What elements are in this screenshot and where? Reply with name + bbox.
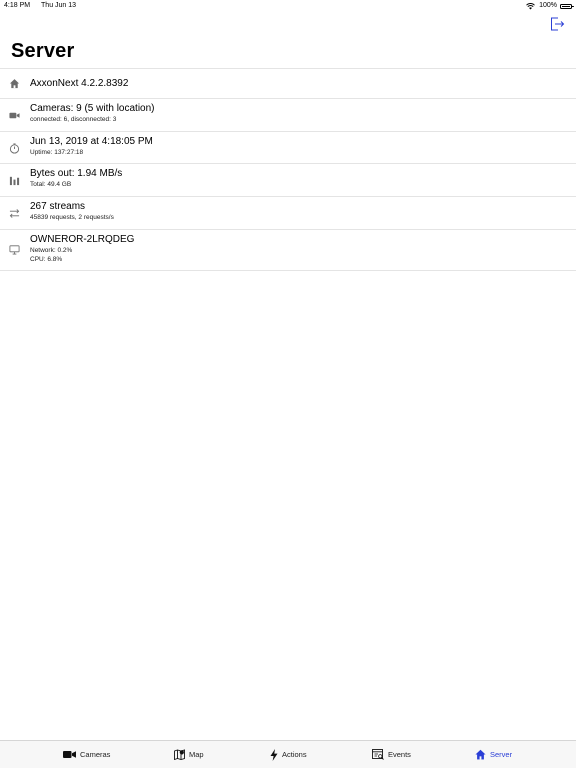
requests-text: 45839 requests, 2 requests/s (30, 214, 114, 221)
status-date: Thu Jun 13 (41, 2, 77, 9)
status-right: 100% (526, 0, 574, 12)
monitor-icon (9, 245, 20, 255)
camera-icon (63, 751, 76, 758)
bar-chart-icon (9, 176, 20, 186)
bytes-out-text: Bytes out: 1.94 MB/s (30, 168, 123, 179)
tab-server[interactable]: Server (475, 741, 512, 768)
events-icon (372, 749, 384, 760)
list-item-version[interactable]: AxxonNext 4.2.2.8392 (0, 69, 576, 99)
wifi-icon (526, 2, 535, 9)
streams-count: 267 streams (30, 201, 86, 212)
cameras-status: connected: 6, disconnected: 3 (30, 116, 117, 123)
list-item-cameras[interactable]: Cameras: 9 (5 with location) connected: … (0, 99, 576, 132)
tab-actions[interactable]: Actions (270, 741, 307, 768)
cpu-usage: CPU: 6.8% (30, 256, 63, 263)
tab-label-map: Map (189, 750, 204, 759)
battery-icon (560, 3, 574, 9)
bytes-total-text: Total: 49.4 GB (30, 181, 72, 188)
tab-label-actions: Actions (282, 750, 307, 759)
tab-cameras[interactable]: Cameras (63, 741, 110, 768)
network-usage: Network: 0.2% (30, 247, 73, 254)
home-icon (9, 79, 20, 89)
lightning-icon (270, 748, 278, 761)
list-item-traffic[interactable]: Bytes out: 1.94 MB/s Total: 49.4 GB (0, 164, 576, 197)
status-bar: 4:18 PM Thu Jun 13 100% (0, 0, 576, 12)
list-item-streams[interactable]: 267 streams 45839 requests, 2 requests/s (0, 197, 576, 230)
tab-label-server: Server (490, 750, 513, 759)
map-icon (174, 749, 185, 760)
camera-icon (9, 112, 20, 119)
server-datetime: Jun 13, 2019 at 4:18:05 PM (30, 136, 153, 147)
clock-icon (9, 143, 20, 154)
tab-bar: Cameras Map Actions Events Server (0, 740, 576, 768)
status-time: 4:18 PM (4, 2, 31, 9)
tab-events[interactable]: Events (372, 741, 411, 768)
tab-label-cameras: Cameras (80, 750, 111, 759)
list-item-host[interactable]: OWNEROR-2LRQDEG Network: 0.2% CPU: 6.8% (0, 230, 576, 271)
logout-button[interactable] (549, 16, 565, 32)
status-left: 4:18 PM Thu Jun 13 (4, 0, 76, 12)
server-info-list: AxxonNext 4.2.2.8392 Cameras: 9 (5 with … (0, 68, 576, 271)
logout-icon (551, 17, 565, 31)
transfer-arrows-icon (9, 209, 20, 218)
list-item-time[interactable]: Jun 13, 2019 at 4:18:05 PM Uptime: 137:2… (0, 132, 576, 164)
cameras-summary: Cameras: 9 (5 with location) (30, 103, 155, 114)
home-icon (475, 749, 486, 760)
version-text: AxxonNext 4.2.2.8392 (30, 78, 129, 89)
page-title: Server (11, 40, 75, 62)
host-name: OWNEROR-2LRQDEG (30, 234, 135, 245)
uptime-text: Uptime: 137:27:18 (30, 149, 84, 156)
tab-label-events: Events (388, 750, 411, 759)
tab-map[interactable]: Map (174, 741, 204, 768)
battery-percent: 100% (539, 2, 557, 9)
